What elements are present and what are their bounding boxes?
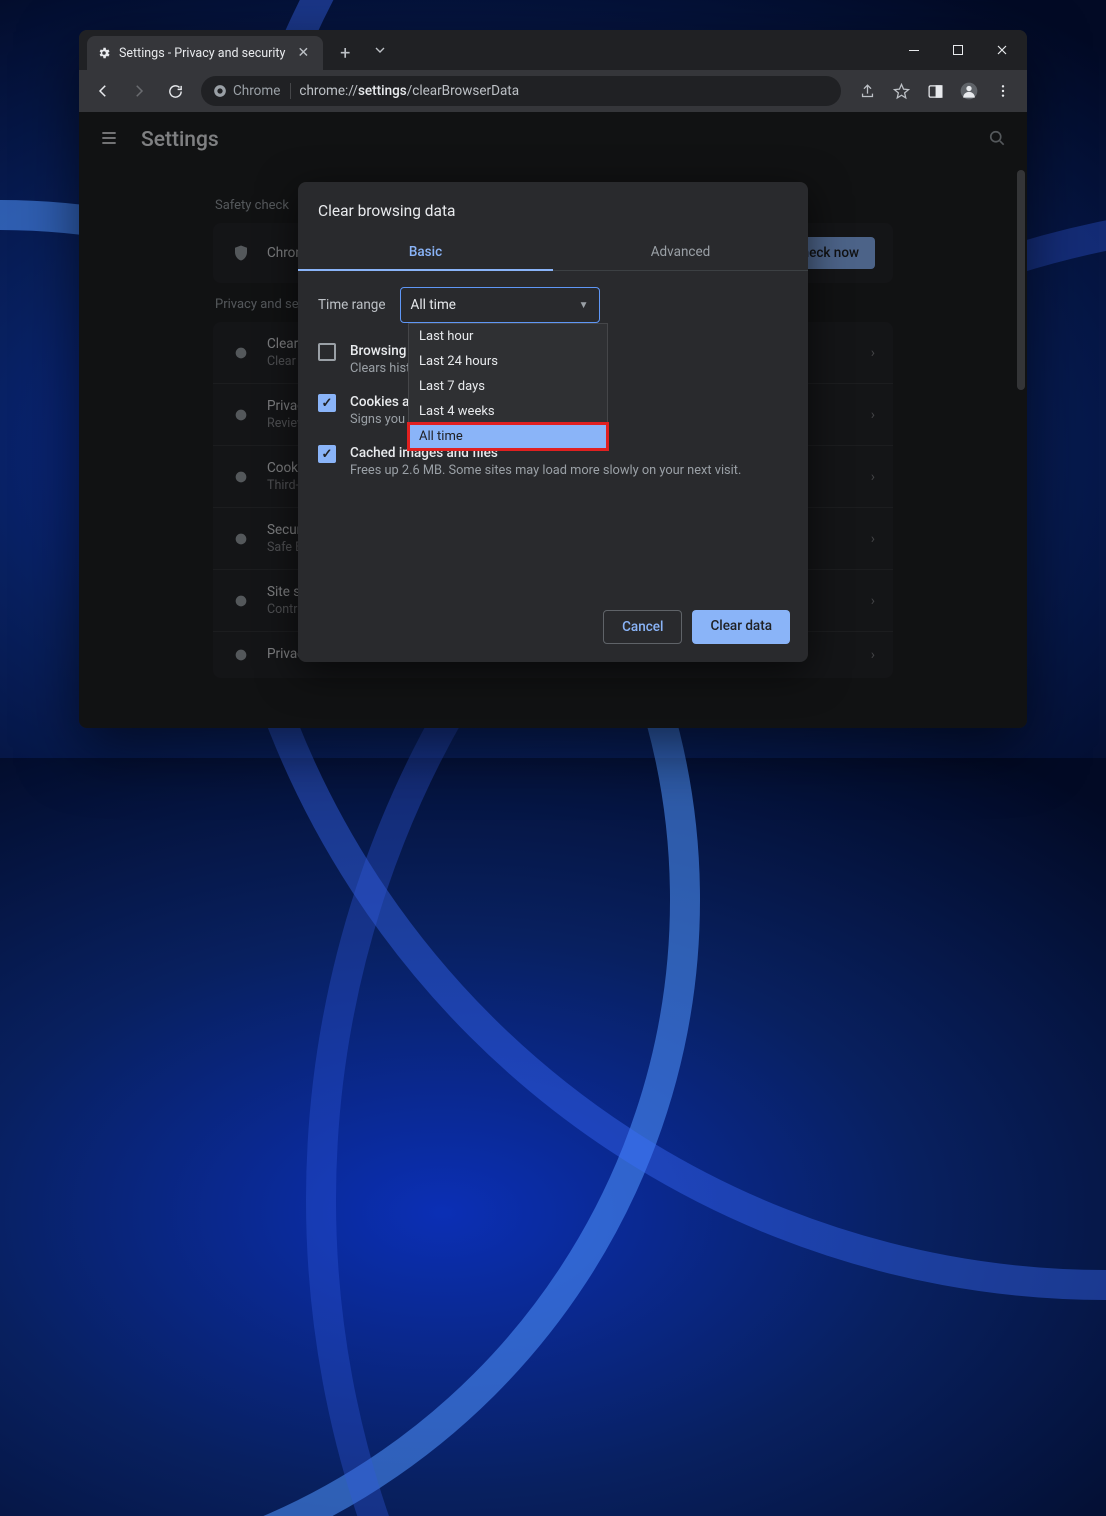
maximize-button[interactable]: [937, 34, 979, 66]
tab-title: Settings - Privacy and security: [119, 46, 285, 61]
minimize-button[interactable]: [893, 34, 935, 66]
chevron-down-icon: ▼: [579, 300, 589, 311]
gear-icon: [97, 46, 111, 60]
new-tab-button[interactable]: +: [331, 39, 359, 67]
time-range-label: Time range: [318, 297, 386, 313]
close-window-button[interactable]: [981, 34, 1023, 66]
forward-button[interactable]: [123, 75, 155, 107]
time-range-option[interactable]: Last 4 weeks: [409, 399, 607, 424]
chrome-origin-chip: Chrome: [213, 83, 291, 99]
tab-basic[interactable]: Basic: [298, 234, 553, 270]
side-panel-icon[interactable]: [919, 75, 951, 107]
chrome-chip-label: Chrome: [233, 83, 280, 99]
tab-search-icon[interactable]: [359, 34, 401, 66]
time-range-option[interactable]: Last hour: [409, 324, 607, 349]
address-bar[interactable]: Chrome chrome://settings/clearBrowserDat…: [201, 76, 841, 106]
clear-data-button[interactable]: Clear data: [692, 610, 790, 644]
time-range-option[interactable]: All time: [409, 424, 607, 449]
titlebar: Settings - Privacy and security ✕ +: [79, 30, 1027, 70]
chrome-window: Settings - Privacy and security ✕ + Chro…: [79, 30, 1027, 728]
time-range-dropdown: Last hourLast 24 hoursLast 7 daysLast 4 …: [408, 323, 608, 450]
kebab-menu-icon[interactable]: [987, 75, 1019, 107]
url-text: chrome://settings/clearBrowserData: [299, 83, 519, 99]
dialog-title: Clear browsing data: [298, 202, 808, 234]
time-range-value: All time: [411, 297, 456, 313]
dialog-tabs: Basic Advanced: [298, 234, 808, 271]
page-content: Settings Safety check Chrome can help ke…: [79, 112, 1027, 728]
close-tab-icon[interactable]: ✕: [293, 43, 313, 63]
time-range-select[interactable]: All time ▼: [400, 287, 600, 323]
browser-toolbar: Chrome chrome://settings/clearBrowserDat…: [79, 70, 1027, 112]
bookmark-icon[interactable]: [885, 75, 917, 107]
time-range-option[interactable]: Last 24 hours: [409, 349, 607, 374]
share-icon[interactable]: [851, 75, 883, 107]
time-range-option[interactable]: Last 7 days: [409, 374, 607, 399]
browser-tab[interactable]: Settings - Privacy and security ✕: [87, 36, 323, 70]
profile-icon[interactable]: [953, 75, 985, 107]
checkbox[interactable]: [318, 394, 336, 412]
cancel-button[interactable]: Cancel: [603, 610, 682, 644]
tab-advanced[interactable]: Advanced: [553, 234, 808, 270]
checkbox[interactable]: [318, 445, 336, 463]
back-button[interactable]: [87, 75, 119, 107]
clear-browsing-data-dialog: Clear browsing data Basic Advanced Time …: [298, 182, 808, 662]
reload-button[interactable]: [159, 75, 191, 107]
checkbox[interactable]: [318, 343, 336, 361]
